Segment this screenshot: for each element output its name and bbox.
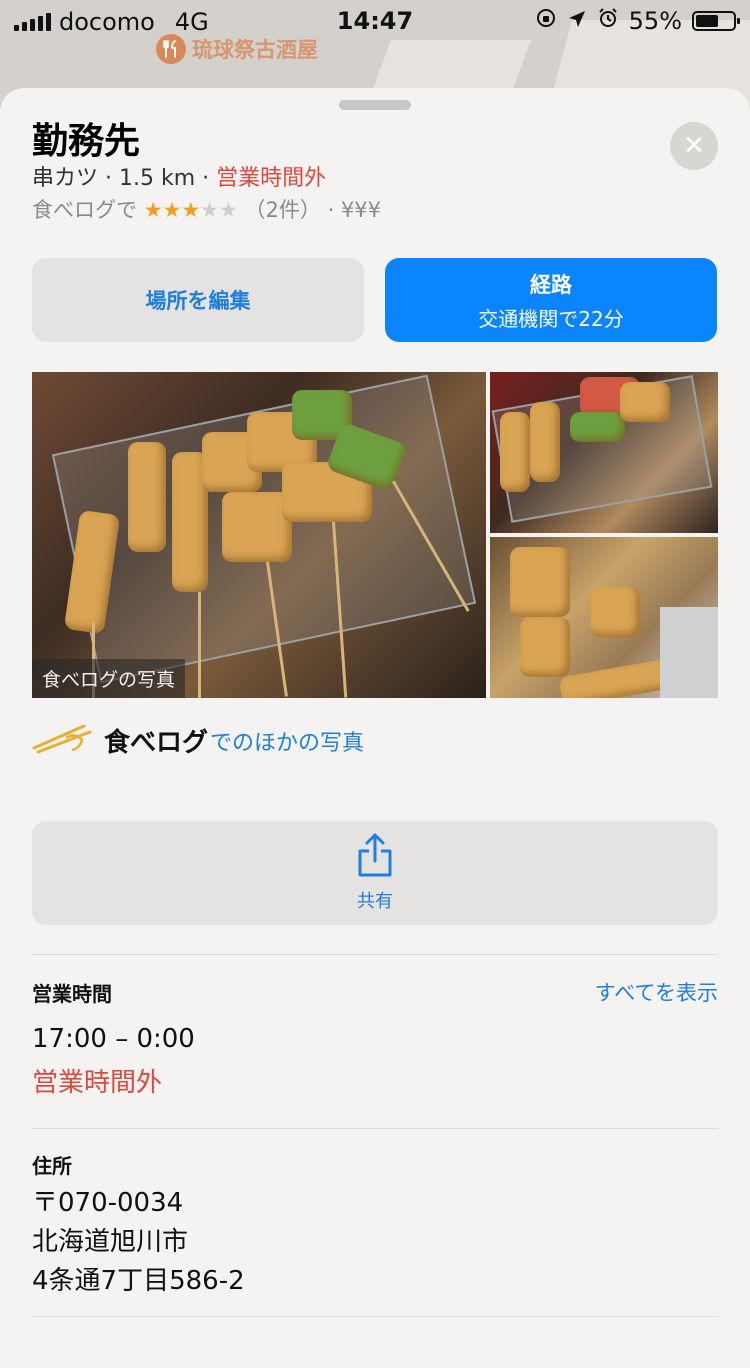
photo-gallery: 食べログの写真 bbox=[32, 372, 718, 698]
divider bbox=[32, 954, 718, 955]
review-count: （2件） bbox=[244, 198, 321, 222]
star-icon: ★ bbox=[200, 198, 219, 222]
star-icon: ★ bbox=[219, 198, 238, 222]
divider bbox=[32, 1128, 718, 1129]
edit-location-button[interactable]: 場所を編集 bbox=[32, 258, 364, 342]
directions-label: 経路 bbox=[530, 272, 572, 297]
directions-detail: 交通機関で22分 bbox=[478, 306, 624, 331]
close-icon: ✕ bbox=[683, 131, 705, 161]
place-category: 串カツ bbox=[32, 166, 99, 191]
more-photos-link[interactable]: 食べログ でのほかの写真 bbox=[32, 722, 364, 759]
place-subtitle: 串カツ · 1.5 km · 営業時間外 bbox=[32, 166, 327, 191]
address-title: 住所 bbox=[32, 1154, 72, 1178]
share-label: 共有 bbox=[357, 891, 393, 912]
address-street[interactable]: 4条通7丁目586-2 bbox=[32, 1260, 245, 1297]
star-icon: ★ bbox=[162, 198, 182, 222]
rating-stars: ★★★★★ bbox=[144, 198, 245, 222]
photo-thumbnail[interactable] bbox=[490, 372, 718, 533]
hours-status: 営業時間外 bbox=[32, 1068, 163, 1098]
tabelog-brand: 食べログ bbox=[104, 728, 209, 758]
status-bar: docomo 4G 14:47 55% bbox=[0, 0, 750, 40]
price-level: ¥¥¥ bbox=[340, 198, 382, 222]
star-icon: ★ bbox=[143, 198, 163, 222]
star-icon: ★ bbox=[181, 198, 201, 222]
more-photos-label: でのほかの写真 bbox=[210, 730, 365, 756]
edit-location-label: 場所を編集 bbox=[145, 289, 251, 313]
close-button[interactable]: ✕ bbox=[670, 122, 718, 170]
sheet-grabber[interactable] bbox=[339, 100, 411, 110]
photo-thumbnail[interactable] bbox=[490, 537, 718, 698]
share-icon bbox=[357, 833, 393, 881]
open-status: 営業時間外 bbox=[216, 166, 327, 191]
battery-percent: 55% bbox=[628, 7, 682, 35]
rating-source: 食べログで bbox=[32, 198, 137, 222]
location-arrow-icon bbox=[567, 7, 587, 35]
divider bbox=[32, 1316, 718, 1317]
hours-range: 17:00 – 0:00 bbox=[32, 1024, 195, 1054]
photo-main[interactable]: 食べログの写真 bbox=[32, 372, 486, 698]
chopsticks-icon bbox=[32, 724, 96, 758]
alarm-icon bbox=[597, 7, 619, 35]
place-distance: 1.5 km bbox=[119, 166, 196, 191]
directions-button[interactable]: 経路 交通機関で22分 bbox=[385, 258, 717, 342]
address-city[interactable]: 北海道旭川市 bbox=[32, 1221, 188, 1258]
place-name: 勤務先 bbox=[32, 121, 141, 162]
hours-title: 営業時間 bbox=[32, 982, 112, 1006]
rating-row[interactable]: 食べログで ★★★★★ （2件） · ¥¥¥ bbox=[32, 194, 381, 224]
photo-source-badge: 食べログの写真 bbox=[32, 659, 186, 698]
share-button[interactable]: 共有 bbox=[32, 821, 718, 925]
show-all-hours-link[interactable]: すべてを表示 bbox=[595, 977, 718, 1007]
rotation-lock-icon bbox=[535, 7, 557, 35]
place-card: 勤務先 ✕ 串カツ · 1.5 km · 営業時間外 食べログで ★★★★★ （… bbox=[0, 88, 750, 1368]
address-postal[interactable]: 〒070-0034 bbox=[32, 1182, 183, 1219]
battery-icon bbox=[692, 11, 740, 31]
